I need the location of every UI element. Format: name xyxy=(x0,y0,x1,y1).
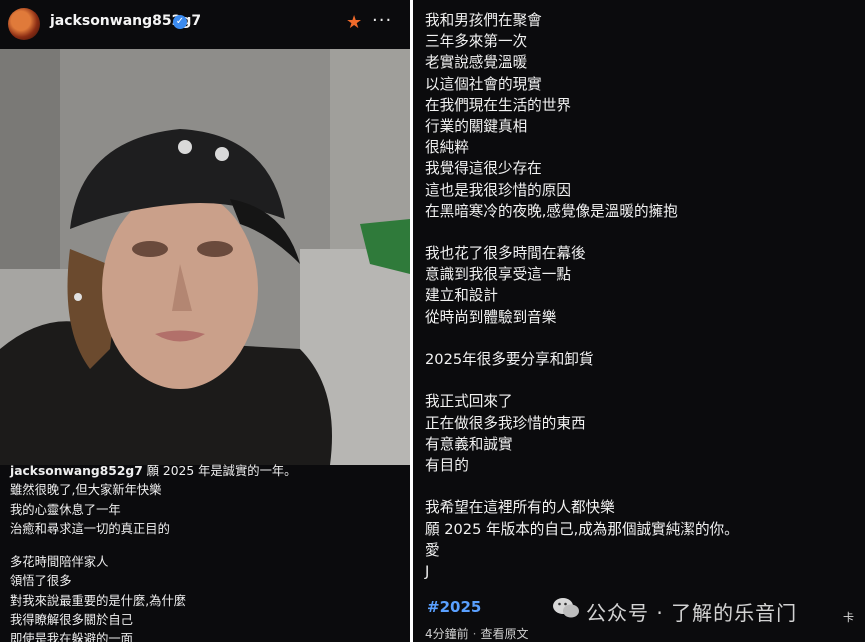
post-time: 4分鐘前 xyxy=(425,627,469,641)
post-caption: jacksonwang852g7 願 2025 年是誠實的一年。 雖然很晚了,但… xyxy=(10,462,405,642)
view-original-link[interactable]: 查看原文 xyxy=(480,627,528,641)
more-options-icon[interactable]: ··· xyxy=(372,10,392,31)
poem-line: 行業的關鍵真相 xyxy=(425,117,528,135)
poem-line: 這也是我很珍惜的原因 xyxy=(425,181,571,199)
poem-line: 我也花了很多時間在幕後 xyxy=(425,245,586,263)
poem-line: 有目的 xyxy=(425,456,469,474)
poem-line: 我正式回來了 xyxy=(425,393,513,411)
user-avatar[interactable] xyxy=(8,8,40,40)
poem-line: 我和男孩們在聚會 xyxy=(425,12,542,29)
edge-text: 卡 xyxy=(843,611,854,624)
poem-line: 很純粹 xyxy=(425,139,469,157)
hashtag-link[interactable]: #2025 xyxy=(427,598,481,616)
post-right-panel: 我和男孩們在聚會 三年多來第一次 老實說感覺溫暖 以這個社會的現實 在我們現在生… xyxy=(413,0,865,642)
poem-line: 有意義和誠實 xyxy=(425,435,513,453)
meta-separator: · xyxy=(472,627,477,641)
poem-line: 我希望在這裡所有的人都快樂 xyxy=(425,499,615,517)
wechat-icon xyxy=(553,598,579,618)
post-header: jacksonwang852g7 ✓ ★ ··· xyxy=(0,0,410,48)
star-icon[interactable]: ★ xyxy=(346,12,362,33)
poem-line: 正在做很多我珍惜的東西 xyxy=(425,414,586,432)
caption-line: 雖然很晚了,但大家新年快樂 xyxy=(10,483,162,498)
verified-badge-icon: ✓ xyxy=(173,15,187,29)
poem-line: 意識到我很享受這一點 xyxy=(425,266,571,284)
watermark-text: 公众号 · 了解的乐音门 xyxy=(586,601,798,625)
post-meta: 4分鐘前 · 查看原文 xyxy=(425,625,528,642)
poem-line: 三年多來第一次 xyxy=(425,33,528,51)
caption-line: 我得瞭解很多關於自己 xyxy=(10,613,133,628)
poem-line: 愛 xyxy=(425,541,440,559)
caption-username[interactable]: jacksonwang852g7 xyxy=(10,464,143,478)
poem-line: 建立和設計 xyxy=(425,287,498,305)
caption-line: 即使是我在躲避的一面 xyxy=(10,632,133,642)
watermark: 公众号 · 了解的乐音门 xyxy=(552,592,865,628)
caption-continued: 我和男孩們在聚會 三年多來第一次 老實說感覺溫暖 以這個社會的現實 在我們現在生… xyxy=(425,10,739,582)
caption-lead: 願 2025 年是誠實的一年。 xyxy=(146,464,297,478)
poem-line: 我覺得這很少存在 xyxy=(425,160,542,178)
post-photo[interactable] xyxy=(0,49,410,465)
caption-line: 領悟了很多 xyxy=(10,574,72,589)
caption-line: 治癒和尋求這一切的真正目的 xyxy=(10,521,170,536)
caption-line: 我的心靈休息了一年 xyxy=(10,502,121,517)
poem-line: 在黑暗寒冷的夜晚,感覺像是溫暖的擁抱 xyxy=(425,202,678,220)
poem-line: 願 2025 年版本的自己,成為那個誠實純潔的你。 xyxy=(425,520,739,538)
poem-line: J xyxy=(425,562,430,580)
poem-line: 以這個社會的現實 xyxy=(425,75,542,93)
caption-line: 對我來說最重要的是什麼,為什麼 xyxy=(10,593,187,608)
caption-line: 多花時間陪伴家人 xyxy=(10,555,109,570)
poem-line: 2025年很多要分享和卸貨 xyxy=(425,351,594,368)
poem-line: 老實說感覺溫暖 xyxy=(425,54,528,72)
selfie-image xyxy=(0,49,410,465)
poem-line: 從時尚到體驗到音樂 xyxy=(425,308,557,326)
post-left-panel: jacksonwang852g7 ✓ ★ ··· jacksonwang852g… xyxy=(0,0,410,642)
poem-line: 在我們現在生活的世界 xyxy=(425,96,571,114)
